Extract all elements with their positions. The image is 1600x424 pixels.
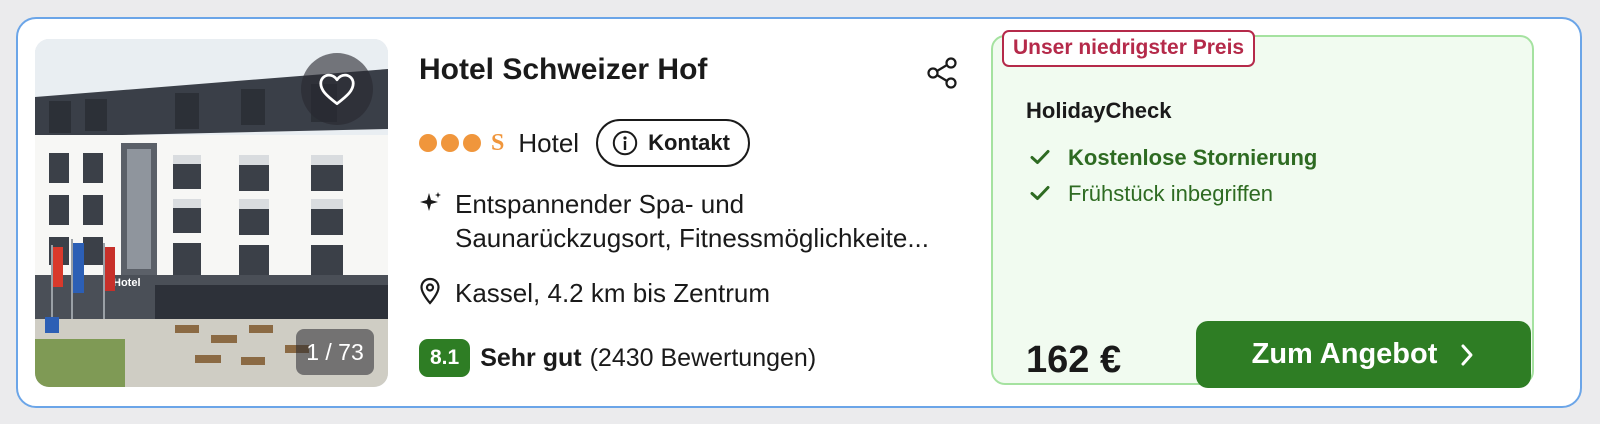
info-icon xyxy=(612,130,638,156)
sparkle-icon xyxy=(420,192,441,211)
review-score-badge: 8.1 xyxy=(419,339,471,377)
share-icon xyxy=(927,57,957,89)
accommodation-type: Hotel xyxy=(518,127,580,158)
hotel-name[interactable]: Hotel Schweizer Hof xyxy=(419,53,707,87)
feature-text-line-2: Saunarückzugsort, Fitnessmöglichkeite... xyxy=(455,223,929,253)
hotel-location: Kassel, 4.2 km bis Zentrum xyxy=(419,277,770,310)
hotel-rating-dots: S xyxy=(419,131,504,155)
rating-dot xyxy=(441,134,459,152)
heart-icon xyxy=(319,73,355,106)
photo-counter: 1 / 73 xyxy=(296,329,374,375)
lowest-price-badge: Unser niedrigster Preis xyxy=(1002,30,1256,67)
building-sign: Hotel xyxy=(113,277,141,289)
hotel-feature: Entspannender Spa- und Saunarückzugsort,… xyxy=(419,187,979,255)
rating-dot xyxy=(419,134,437,152)
location-pin-icon xyxy=(420,277,440,305)
offer-price: 162 € xyxy=(1026,339,1122,381)
perk-free-cancellation: Kostenlose Stornierung xyxy=(1030,145,1317,171)
rating-dot xyxy=(463,134,481,152)
perk-breakfast-included: Frühstück inbegriffen xyxy=(1030,181,1273,207)
rating-row: S Hotel Kontakt xyxy=(419,119,750,167)
review-verdict: Sehr gut xyxy=(480,343,582,372)
hotel-result-card[interactable]: Hotel 1 / 73 Hotel Schweizer Hof S Hotel… xyxy=(16,17,1582,408)
chevron-right-icon xyxy=(1461,344,1473,365)
share-button[interactable] xyxy=(924,55,960,91)
checkmark-icon xyxy=(1030,186,1050,200)
review-summary[interactable]: 8.1 Sehr gut (2430 Bewertungen) xyxy=(419,339,816,377)
hotel-photo[interactable]: Hotel 1 / 73 xyxy=(35,39,388,387)
rating-superior-mark: S xyxy=(491,130,505,156)
view-offer-button[interactable]: Zum Angebot xyxy=(1196,321,1531,388)
checkmark-icon xyxy=(1030,150,1050,164)
review-count: (2430 Bewertungen) xyxy=(589,343,817,372)
favorite-button[interactable] xyxy=(301,53,373,125)
contact-button[interactable]: Kontakt xyxy=(596,119,750,167)
feature-text-line-1: Entspannender Spa- und xyxy=(455,189,745,219)
perk-label: Frühstück inbegriffen xyxy=(1068,181,1274,206)
perk-label: Kostenlose Stornierung xyxy=(1068,145,1318,170)
offer-provider: HolidayCheck xyxy=(1026,98,1172,123)
location-text: Kassel, 4.2 km bis Zentrum xyxy=(455,278,770,308)
contact-label: Kontakt xyxy=(648,130,730,155)
view-offer-label: Zum Angebot xyxy=(1251,338,1438,370)
